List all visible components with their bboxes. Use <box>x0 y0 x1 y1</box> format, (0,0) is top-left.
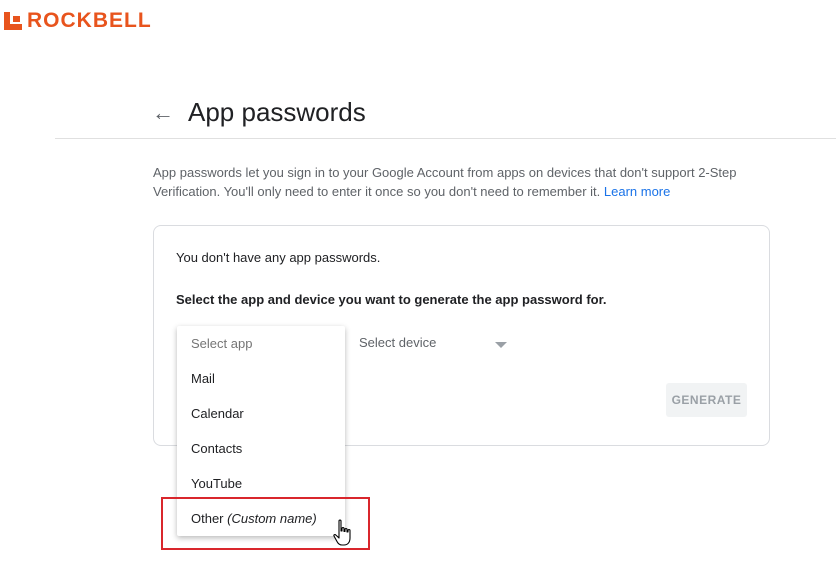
rockbell-logo: ROCKBELL <box>4 9 152 33</box>
select-app-placeholder[interactable]: Select app <box>191 336 252 351</box>
dropdown-arrow-icon <box>495 342 507 348</box>
description: App passwords let you sign in to your Go… <box>153 163 773 201</box>
option-youtube[interactable]: YouTube <box>191 476 242 491</box>
select-device-label: Select device <box>359 335 437 350</box>
empty-state-text: You don't have any app passwords. <box>176 250 381 265</box>
select-device-dropdown[interactable]: Select device <box>359 335 509 350</box>
brand-name: ROCKBELL <box>27 9 152 32</box>
learn-more-link[interactable]: Learn more <box>604 184 670 199</box>
arrow-left-icon[interactable]: ← <box>152 99 174 127</box>
header-divider <box>55 138 836 139</box>
instruction-text: Select the app and device you want to ge… <box>176 292 607 307</box>
page-title: App passwords <box>188 97 366 127</box>
page-header: ← App passwords <box>152 97 366 128</box>
option-calendar[interactable]: Calendar <box>191 406 244 421</box>
generate-button[interactable]: GENERATE <box>666 383 747 417</box>
option-contacts[interactable]: Contacts <box>191 441 242 456</box>
rockbell-logo-icon <box>4 12 22 30</box>
option-mail[interactable]: Mail <box>191 371 215 386</box>
hand-pointer-icon <box>333 519 351 546</box>
